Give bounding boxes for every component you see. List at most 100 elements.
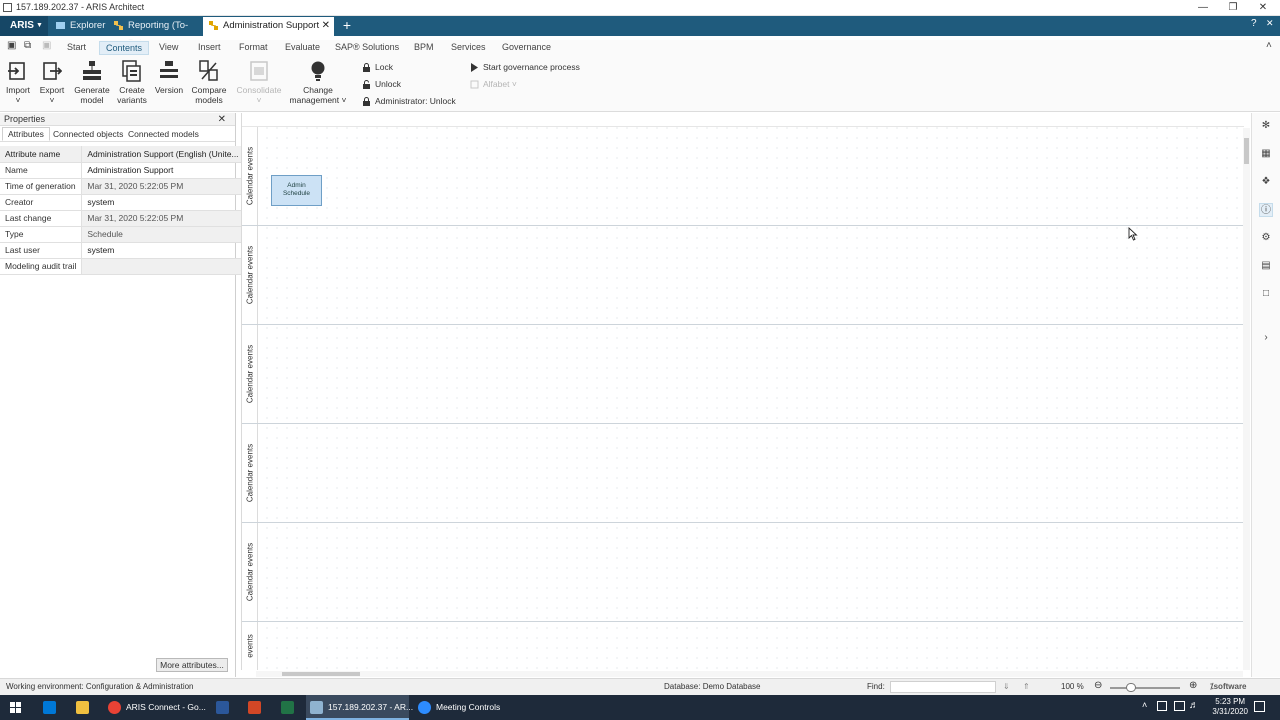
vertical-scrollbar[interactable] bbox=[1243, 128, 1250, 670]
menu-evaluate[interactable]: Evaluate bbox=[285, 41, 320, 55]
scroll-thumb[interactable] bbox=[282, 672, 360, 676]
taskbar-item-chrome[interactable]: ARIS Connect - Go... bbox=[104, 695, 206, 720]
create-variants-button[interactable]: Create variants bbox=[115, 60, 149, 105]
minimize-button[interactable]: — bbox=[1188, 0, 1218, 16]
close-window-button[interactable]: ✕ bbox=[1248, 0, 1278, 16]
powerpoint-icon[interactable] bbox=[248, 701, 261, 714]
tab-explorer[interactable]: Explorer bbox=[50, 17, 106, 36]
close-tab-icon[interactable]: ✕ bbox=[322, 17, 330, 35]
tray-network-icon[interactable] bbox=[1157, 701, 1167, 711]
tab-reporting[interactable]: Reporting (To-Be) bbox=[108, 17, 201, 49]
new-tab-button[interactable]: + bbox=[338, 17, 356, 36]
taskbar-item-aris[interactable]: 157.189.202.37 - AR... bbox=[306, 695, 413, 720]
menu-view[interactable]: View bbox=[159, 41, 178, 55]
tab-administration-support[interactable]: Administration Support ✕ bbox=[203, 17, 334, 36]
menu-start[interactable]: Start bbox=[67, 41, 86, 55]
find-previous-icon[interactable]: ⇑ bbox=[1023, 682, 1030, 691]
excel-icon[interactable] bbox=[281, 701, 294, 714]
symbols-icon[interactable]: ▦ bbox=[1259, 147, 1273, 161]
attribute-value[interactable]: system bbox=[81, 242, 244, 259]
tab-connected-models[interactable]: Connected models bbox=[123, 128, 204, 140]
table-row[interactable]: Time of generation Mar 31, 2020 5:22:05 P… bbox=[0, 178, 244, 195]
swimlane-row[interactable]: Calendar events bbox=[242, 325, 1244, 424]
attribute-value[interactable]: Administration Support bbox=[81, 162, 244, 179]
menu-governance[interactable]: Governance bbox=[502, 41, 551, 55]
unlock-button[interactable]: Unlock bbox=[360, 79, 401, 90]
zoom-out-icon[interactable]: ⊖ bbox=[1094, 680, 1102, 691]
menu-insert[interactable]: Insert bbox=[198, 41, 221, 55]
zoom-slider-handle[interactable] bbox=[1126, 683, 1136, 692]
generate-model-button[interactable]: Generate model bbox=[74, 60, 110, 105]
restore-button[interactable]: ❐ bbox=[1218, 0, 1248, 16]
table-row[interactable]: Modeling audit trail bbox=[0, 258, 244, 275]
taskbar-item-meeting-controls[interactable]: Meeting Controls bbox=[414, 695, 508, 720]
import-button[interactable]: Import ˅ bbox=[4, 60, 32, 105]
swimlane-row[interactable]: Calendar events Admin Schedule bbox=[242, 127, 1244, 226]
table-row[interactable]: Creator system bbox=[0, 194, 244, 211]
tab-attributes[interactable]: Attributes bbox=[2, 127, 50, 141]
outlook-icon[interactable] bbox=[43, 701, 56, 714]
zoom-slider[interactable] bbox=[1110, 687, 1180, 689]
settings-icon[interactable]: ⚙ bbox=[1259, 231, 1273, 245]
model-canvas[interactable]: Calendar events Admin Schedule Calendar e… bbox=[241, 113, 1244, 670]
menu-bpm[interactable]: BPM bbox=[414, 41, 434, 55]
table-row[interactable]: Type Schedule bbox=[0, 226, 244, 243]
more-attributes-button[interactable]: More attributes... bbox=[156, 658, 228, 672]
tray-display-icon[interactable] bbox=[1174, 701, 1185, 711]
windows-start-icon[interactable] bbox=[10, 702, 21, 713]
notifications-icon[interactable] bbox=[1254, 701, 1265, 712]
compare-models-button[interactable]: Compare models bbox=[191, 60, 227, 105]
help-button[interactable]: ? bbox=[1251, 18, 1257, 29]
menu-sap-solutions[interactable]: SAP® Solutions bbox=[335, 41, 399, 55]
lane-header[interactable]: Calendar events bbox=[242, 325, 258, 423]
find-input[interactable] bbox=[890, 681, 996, 693]
tray-volume-icon[interactable]: ♬ bbox=[1189, 700, 1199, 711]
alfabet-button[interactable]: Alfabet ˅ bbox=[468, 79, 517, 90]
lane-header[interactable]: events bbox=[242, 622, 258, 670]
scroll-thumb[interactable] bbox=[1244, 138, 1249, 164]
navigation-icon[interactable]: ✻ bbox=[1259, 119, 1273, 133]
version-button[interactable]: Version bbox=[153, 60, 185, 95]
menu-services[interactable]: Services bbox=[451, 41, 486, 55]
swimlane-row[interactable]: events bbox=[242, 622, 1244, 670]
menu-format[interactable]: Format bbox=[239, 41, 268, 55]
save-all-icon[interactable]: ▣ bbox=[42, 41, 52, 51]
attribute-value[interactable]: system bbox=[81, 194, 244, 211]
template-icon[interactable]: ▤ bbox=[1259, 259, 1273, 273]
lane-header[interactable]: Calendar events bbox=[242, 226, 258, 324]
swimlane-row[interactable]: Calendar events bbox=[242, 523, 1244, 622]
swimlane-row[interactable]: Calendar events bbox=[242, 424, 1244, 523]
close-properties-icon[interactable]: ✕ bbox=[218, 113, 226, 126]
properties-icon[interactable]: ⓘ bbox=[1259, 203, 1273, 217]
comments-icon[interactable]: □ bbox=[1259, 287, 1273, 301]
open-icon[interactable]: ⧉ bbox=[24, 41, 34, 51]
start-governance-process-button[interactable]: Start governance process bbox=[468, 62, 580, 73]
table-row[interactable]: Last user system bbox=[0, 242, 244, 259]
collapse-ribbon-icon[interactable]: ˄ bbox=[1266, 41, 1276, 51]
connections-icon[interactable]: ❖ bbox=[1259, 175, 1273, 189]
lane-header[interactable]: Calendar events bbox=[242, 424, 258, 522]
admin-schedule-object[interactable]: Admin Schedule bbox=[271, 175, 322, 206]
aris-menu-button[interactable]: ARIS ▼ bbox=[0, 16, 48, 36]
tray-chevron-up-icon[interactable]: ˄ bbox=[1142, 700, 1147, 710]
close-all-icon[interactable]: ✕ bbox=[1266, 18, 1274, 29]
export-button[interactable]: Export ˅ bbox=[38, 60, 66, 105]
swimlane-row[interactable]: Calendar events bbox=[242, 226, 1244, 325]
system-clock[interactable]: 5:23 PM 3/31/2020 bbox=[1212, 697, 1248, 717]
table-row[interactable]: Name Administration Support bbox=[0, 162, 244, 179]
horizontal-scrollbar[interactable] bbox=[256, 671, 1243, 677]
zoom-in-icon[interactable]: ⊕ bbox=[1189, 680, 1197, 691]
expand-panel-icon[interactable]: › bbox=[1259, 331, 1273, 345]
word-icon[interactable] bbox=[216, 701, 229, 714]
table-row[interactable]: Last change Mar 31, 2020 5:22:05 PM bbox=[0, 210, 244, 227]
file-explorer-icon[interactable] bbox=[76, 701, 89, 714]
lock-button[interactable]: Lock bbox=[360, 62, 393, 73]
save-icon[interactable]: ▣ bbox=[7, 41, 17, 51]
change-management-button[interactable]: Change management ˅ bbox=[287, 60, 349, 105]
consolidate-button[interactable]: Consolidate ˅ bbox=[236, 60, 282, 105]
tab-connected-objects[interactable]: Connected objects bbox=[48, 128, 128, 140]
administrator-unlock-button[interactable]: Administrator: Unlock bbox=[360, 96, 456, 107]
lane-header[interactable]: Calendar events bbox=[242, 127, 258, 225]
find-next-icon[interactable]: ⇓ bbox=[1003, 682, 1010, 691]
lane-header[interactable]: Calendar events bbox=[242, 523, 258, 621]
